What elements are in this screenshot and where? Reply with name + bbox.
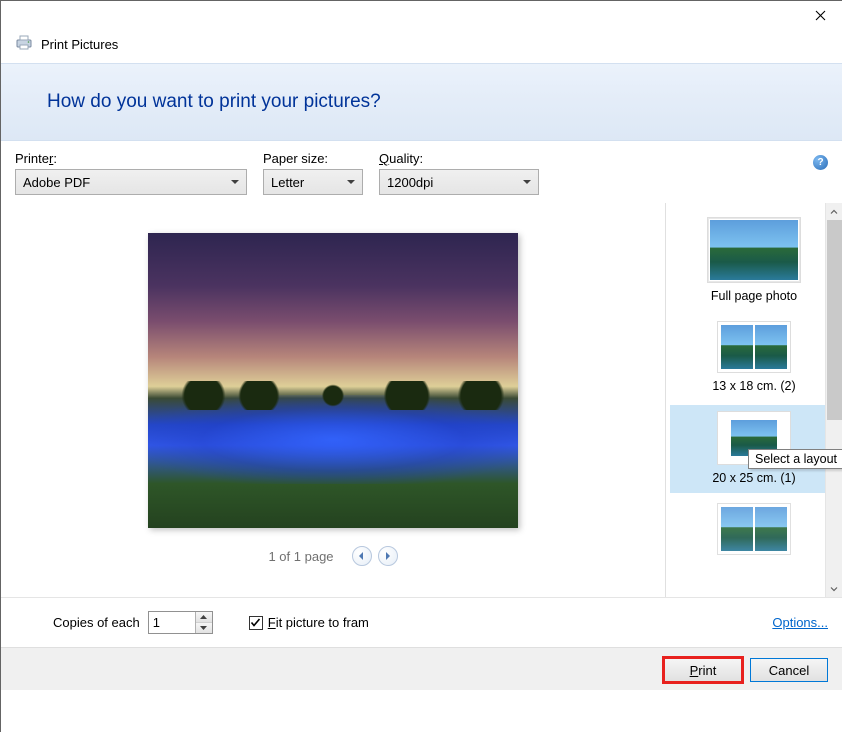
page-navigation: 1 of 1 page (268, 546, 397, 566)
close-button[interactable] (798, 1, 842, 30)
quality-select[interactable]: 1200dpi (379, 169, 539, 195)
chevron-up-icon (830, 208, 838, 216)
scroll-track[interactable] (826, 220, 842, 580)
title-bar (1, 1, 842, 32)
close-icon (815, 10, 826, 21)
arrow-left-icon (358, 552, 365, 560)
copies-spinner (148, 611, 213, 634)
layout-label: 20 x 25 cm. (1) (712, 471, 795, 485)
copies-down-button[interactable] (196, 623, 212, 634)
layout-tooltip: Select a layout (748, 449, 842, 469)
cancel-button[interactable]: Cancel (750, 658, 828, 682)
print-options-row: Printer: Adobe PDF Paper size: Letter Qu… (1, 141, 842, 203)
printer-icon (15, 35, 33, 53)
triangle-up-icon (200, 615, 207, 619)
scroll-down-button[interactable] (826, 580, 842, 597)
printer-label: Printer: (15, 151, 247, 166)
layout-pane: Full page photo 13 x 18 cm. (2) Select a… (665, 203, 842, 597)
printer-group: Printer: Adobe PDF (15, 151, 247, 195)
dialog-header: Print Pictures (1, 32, 842, 59)
fit-checkbox[interactable] (249, 616, 263, 630)
preview-image (148, 233, 518, 528)
layout-item-20x25[interactable]: Select a layout 20 x 25 cm. (1) (670, 405, 838, 493)
preview-pane: 1 of 1 page (1, 203, 665, 597)
copies-up-button[interactable] (196, 612, 212, 623)
layout-item-full-page[interactable]: Full page photo (670, 211, 838, 311)
prev-page-button[interactable] (352, 546, 372, 566)
layout-item-13x18[interactable]: 13 x 18 cm. (2) (670, 315, 838, 401)
dialog-title: Print Pictures (41, 37, 118, 52)
quality-combo-wrap: 1200dpi (379, 169, 539, 195)
layout-thumb-icon (717, 503, 791, 555)
options-link[interactable]: Options... (772, 615, 828, 630)
printer-combo-wrap: Adobe PDF (15, 169, 247, 195)
main-area: 1 of 1 page Full page photo (1, 203, 842, 598)
banner: How do you want to print your pictures? (1, 63, 842, 141)
paper-group: Paper size: Letter (263, 151, 363, 195)
paper-label: Paper size: (263, 151, 363, 166)
quality-group: Quality: 1200dpi (379, 151, 539, 195)
layout-scrollbar (825, 203, 842, 597)
checkmark-icon (250, 617, 261, 628)
copies-label: Copies of each (53, 615, 140, 630)
layout-thumb-icon (707, 217, 801, 283)
paper-size-select[interactable]: Letter (263, 169, 363, 195)
help-icon[interactable]: ? (813, 155, 828, 170)
layout-thumb-icon (717, 321, 791, 373)
next-page-button[interactable] (378, 546, 398, 566)
quality-label: Quality: (379, 151, 539, 166)
print-pictures-dialog: Print Pictures How do you want to print … (0, 0, 842, 732)
layout-label: 13 x 18 cm. (2) (712, 379, 795, 393)
layout-list: Full page photo 13 x 18 cm. (2) Select a… (666, 203, 842, 581)
scroll-up-button[interactable] (826, 203, 842, 220)
fit-checkbox-wrap: Fit picture to fram (249, 615, 369, 630)
chevron-down-icon (830, 585, 838, 593)
scroll-thumb[interactable] (827, 220, 842, 420)
triangle-down-icon (200, 626, 207, 630)
page-indicator: 1 of 1 page (268, 549, 333, 564)
printer-select[interactable]: Adobe PDF (15, 169, 247, 195)
paper-combo-wrap: Letter (263, 169, 363, 195)
fit-label: Fit picture to fram (268, 615, 369, 630)
layout-item-more[interactable] (670, 497, 838, 569)
print-button[interactable]: Print (664, 658, 742, 682)
copies-input[interactable] (149, 612, 195, 633)
banner-heading: How do you want to print your pictures? (47, 91, 828, 113)
arrow-right-icon (384, 552, 391, 560)
layout-label: Full page photo (711, 289, 797, 303)
dialog-footer: Print Cancel (1, 648, 842, 690)
bottom-row: Copies of each Fit picture to fram Optio… (1, 598, 842, 648)
